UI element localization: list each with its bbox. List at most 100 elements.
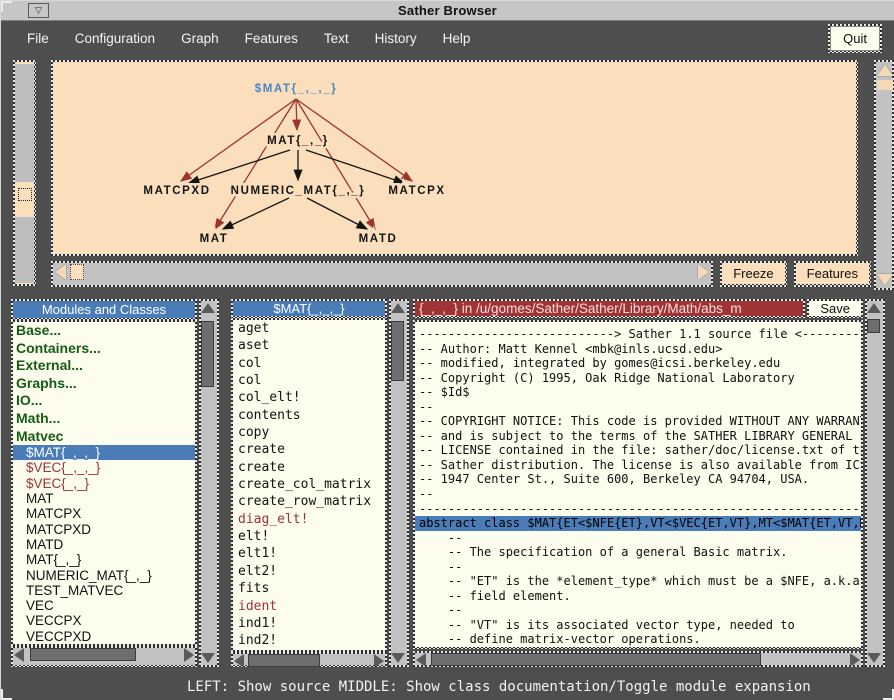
scroll-left-arrow-icon[interactable]: [14, 648, 24, 662]
graph-node[interactable]: MAT{_,_}: [267, 135, 329, 147]
graph-hscrollbar[interactable]: [51, 261, 713, 287]
scroll-left-arrow-icon[interactable]: [234, 654, 244, 668]
modules-vscrollbar[interactable]: [199, 299, 219, 667]
modules-vscrollbar-thumb[interactable]: [201, 321, 214, 387]
scroll-up-arrow-icon[interactable]: [867, 303, 881, 313]
modules-vscrollbar-track[interactable]: [201, 301, 217, 665]
module-item[interactable]: Graphs...: [13, 375, 195, 393]
features-vscrollbar[interactable]: [389, 299, 409, 667]
graph-left-scrollbar-thumb-top[interactable]: [15, 64, 34, 182]
graph-node[interactable]: NUMERIC_MAT{_,_}: [231, 185, 366, 197]
module-item[interactable]: External...: [13, 357, 195, 375]
graph-vscrollbar-thumb[interactable]: [877, 80, 893, 90]
graph-left-scrollbar-marker[interactable]: [18, 188, 32, 201]
class-item[interactable]: $VEC{_,_,_}: [13, 460, 195, 475]
source-vscrollbar-thumb[interactable]: [867, 319, 880, 333]
module-item[interactable]: IO...: [13, 392, 195, 410]
scroll-left-arrow-icon[interactable]: [416, 653, 426, 667]
code-line[interactable]: --: [419, 531, 861, 546]
code-line[interactable]: --: [419, 487, 861, 502]
feature-item[interactable]: diag_elt!: [233, 511, 385, 528]
scroll-down-arrow-icon[interactable]: [877, 274, 893, 286]
source-hscrollbar-thumb[interactable]: [431, 653, 761, 666]
class-item[interactable]: MAT{_,_}: [13, 552, 195, 567]
source-code-area[interactable]: ---------------------------> Sather 1.1 …: [415, 322, 861, 647]
menu-item-text[interactable]: Text: [324, 27, 349, 50]
graph-node[interactable]: $MAT{_,_,_}: [255, 83, 338, 95]
code-line[interactable]: -- The specification of a general Basic …: [419, 545, 861, 560]
scroll-right-arrow-icon[interactable]: [184, 648, 194, 662]
code-line[interactable]: ----------------------------------------…: [419, 502, 861, 517]
scroll-right-arrow-icon[interactable]: [374, 654, 384, 668]
class-item[interactable]: MATCPXD: [13, 522, 195, 537]
source-hscrollbar[interactable]: [413, 651, 863, 667]
feature-item[interactable]: col: [233, 355, 385, 372]
menu-item-help[interactable]: Help: [443, 27, 471, 50]
features-list[interactable]: agetasetcolcolcol_elt!contentscopycreate…: [233, 320, 385, 650]
feature-item[interactable]: copy: [233, 424, 385, 441]
code-line[interactable]: -- "VT" is its associated vector type, n…: [419, 618, 861, 633]
feature-item[interactable]: elt!: [233, 528, 385, 545]
menu-item-configuration[interactable]: Configuration: [75, 27, 155, 50]
feature-item[interactable]: create: [233, 459, 385, 476]
titlebar[interactable]: ▽ Sather Browser: [1, 1, 894, 21]
scroll-up-arrow-icon[interactable]: [391, 303, 405, 313]
code-line[interactable]: -- and is subject to the terms of the SA…: [419, 429, 861, 444]
module-item[interactable]: Math...: [13, 410, 195, 428]
features-vscrollbar-thumb[interactable]: [391, 321, 404, 381]
quit-button[interactable]: Quit: [830, 26, 880, 51]
feature-item[interactable]: elt1!: [233, 545, 385, 562]
feature-item[interactable]: create_col_matrix: [233, 476, 385, 493]
code-line[interactable]: -- field element.: [419, 589, 861, 604]
modules-list[interactable]: Base...Containers...External...Graphs...…: [13, 322, 195, 644]
code-line[interactable]: -- 1947 Center St., Suite 600, Berkeley …: [419, 472, 861, 487]
source-hscrollbar-track[interactable]: [415, 653, 861, 665]
module-item[interactable]: Matvec: [13, 428, 195, 446]
graph-node[interactable]: MATCPX: [389, 185, 446, 197]
code-line[interactable]: --: [419, 560, 861, 575]
graph-node[interactable]: MATCPXD: [144, 185, 211, 197]
code-line[interactable]: ---------------------------> Sather 1.1 …: [419, 327, 861, 342]
class-item[interactable]: MAT: [13, 491, 195, 506]
scroll-down-arrow-icon[interactable]: [391, 653, 405, 663]
feature-item[interactable]: ind2!: [233, 632, 385, 649]
module-item[interactable]: Base...: [13, 322, 195, 340]
menu-item-features[interactable]: Features: [245, 27, 298, 50]
graph-hscrollbar-thumb[interactable]: [70, 264, 84, 280]
code-line[interactable]: -- "ET" is the *element_type* which must…: [419, 574, 861, 589]
graph-hscrollbar-track[interactable]: [53, 263, 711, 285]
class-item[interactable]: $VEC{_,_}: [13, 476, 195, 491]
code-line[interactable]: -- $Id$: [419, 385, 861, 400]
modules-hscrollbar-thumb[interactable]: [30, 648, 136, 661]
feature-item[interactable]: col: [233, 372, 385, 389]
source-vscrollbar[interactable]: [865, 299, 885, 667]
feature-item[interactable]: elt2!: [233, 563, 385, 580]
class-graph-canvas[interactable]: $MAT{_,_,_} MAT{_,_} MATCPXD NUMERIC_MAT{_,…: [53, 62, 856, 254]
graph-left-scrollbar-track[interactable]: [15, 62, 34, 284]
class-item[interactable]: VECCPXD: [13, 629, 195, 644]
class-item[interactable]: VEC: [13, 598, 195, 613]
feature-item[interactable]: ind1!: [233, 615, 385, 632]
code-line[interactable]: --: [419, 400, 861, 415]
scroll-up-arrow-icon[interactable]: [201, 303, 215, 313]
feature-item[interactable]: ident: [233, 598, 385, 615]
menu-item-file[interactable]: File: [27, 27, 49, 50]
class-item[interactable]: NUMERIC_MAT{_,_}: [13, 568, 195, 583]
feature-item[interactable]: aset: [233, 337, 385, 354]
scroll-right-arrow-icon[interactable]: [850, 653, 860, 667]
code-line[interactable]: -- define matrix-vector operations.: [419, 632, 861, 647]
code-line[interactable]: -- Copyright (C) 1995, Oak Ridge Nationa…: [419, 371, 861, 386]
modules-hscrollbar-track[interactable]: [13, 648, 195, 665]
class-item[interactable]: MATCPX: [13, 506, 195, 521]
graph-vscrollbar-track[interactable]: [876, 62, 892, 288]
menu-item-graph[interactable]: Graph: [181, 27, 219, 50]
class-item[interactable]: $MAT{_,_,_}: [13, 445, 195, 460]
graph-node[interactable]: MATD: [359, 233, 398, 245]
code-line[interactable]: -- COPYRIGHT NOTICE: This code is provid…: [419, 414, 861, 429]
class-item[interactable]: TEST_MATVEC: [13, 583, 195, 598]
source-vscrollbar-track[interactable]: [867, 301, 883, 665]
code-line[interactable]: --: [419, 603, 861, 618]
scroll-right-arrow-icon[interactable]: [698, 264, 709, 280]
menu-item-history[interactable]: History: [375, 27, 417, 50]
class-graph[interactable]: $MAT{_,_,_} MAT{_,_} MATCPXD NUMERIC_MAT{_,…: [53, 62, 856, 254]
